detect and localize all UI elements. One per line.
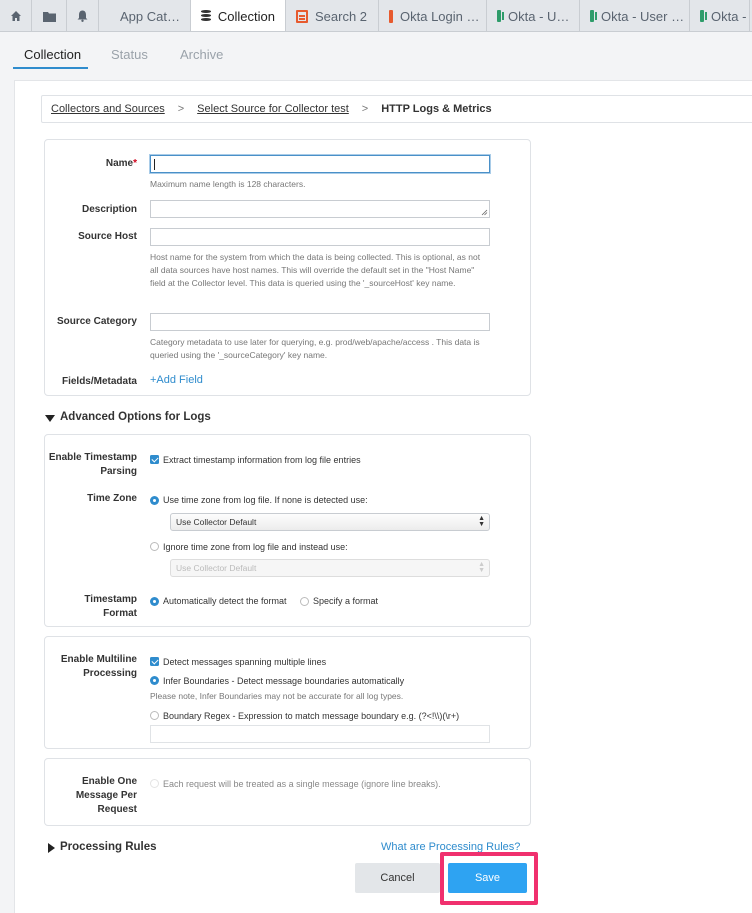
infer-boundaries-note: Please note, Infer Boundaries may not be… [150,691,404,701]
boundary-regex-option: Boundary Regex - Expression to match mes… [163,711,460,721]
subtab-status[interactable]: Status [111,47,148,62]
dashboard-icon [700,10,707,22]
tab-search-2[interactable]: Search 2 [286,0,379,31]
tab-label: App Cat… [120,8,180,24]
timestamp-parsing-option: Extract timestamp information from log f… [163,455,361,465]
tab-okta-u[interactable]: Okta - U… [487,0,580,31]
timezone-select-fixed: Use Collector Default ▲ ▼ [170,559,490,577]
tab-okta[interactable]: Okta - [690,0,750,31]
tab-okta-user[interactable]: Okta - User … [580,0,690,31]
tab-label: Okta - User … [601,8,685,24]
tab-alerts[interactable] [67,0,99,31]
source-host-label: Source Host [78,231,137,242]
select-arrows-icon: ▲ ▼ [478,561,485,574]
timezone-from-log-radio[interactable] [150,496,159,505]
subtab-archive[interactable]: Archive [180,47,223,62]
fields-metadata-label: Fields/Metadata [61,376,137,387]
active-subtab-indicator [13,67,88,69]
select-arrows-icon: ▲ ▼ [478,515,485,528]
folder-icon [42,11,56,22]
infer-boundaries-option: Infer Boundaries - Detect message bounda… [163,676,405,686]
tab-bar: App Cat… Collection Search 2 Okta Login … [0,0,752,32]
collapse-triangle-icon[interactable] [45,415,55,422]
timestamp-parsing-label: Enable Timestamp Parsing [48,452,137,477]
format-auto-option: Automatically detect the format [163,596,287,606]
required-marker: * [133,158,137,169]
timezone-ignore-radio[interactable] [150,542,159,551]
name-label: Name* [105,158,137,169]
description-label: Description [81,204,137,215]
bell-icon [77,10,88,22]
tab-library[interactable] [32,0,67,31]
sub-tabs: Collection Status Archive [0,33,752,71]
format-auto-radio[interactable] [150,597,159,606]
dashboard-icon [497,10,504,22]
select-value: Use Collector Default [176,563,257,573]
resize-handle-icon[interactable] [481,209,488,216]
timestamp-format-label: Timestamp Format [84,594,137,619]
select-value: Use Collector Default [176,517,257,527]
breadcrumb-current: HTTP Logs & Metrics [381,103,492,115]
one-message-label: Enable One Message Per Request [75,776,137,815]
source-category-label: Source Category [56,316,137,327]
boundary-regex-radio[interactable] [150,711,159,720]
search-doc-icon [389,9,393,23]
multiline-checkbox[interactable] [150,657,159,666]
tab-okta-login[interactable]: Okta Login … [379,0,487,31]
name-hint: Maximum name length is 128 characters. [150,179,306,189]
breadcrumb-collectors-link[interactable]: Collectors and Sources [51,103,165,115]
tab-collection[interactable]: Collection [191,0,286,31]
search-doc-icon [296,9,308,23]
multiline-option: Detect messages spanning multiple lines [163,657,327,667]
breadcrumb: Collectors and Sources > Select Source f… [41,95,752,123]
text-caret [154,159,155,170]
name-input[interactable] [150,155,490,173]
tab-label: Okta - U… [508,8,570,24]
source-host-input[interactable] [150,228,490,246]
timezone-select-default[interactable]: Use Collector Default ▲ ▼ [170,513,490,531]
add-field-link[interactable]: +Add Field [150,374,203,386]
timestamp-parsing-checkbox[interactable] [150,455,159,464]
database-icon [201,10,211,23]
tab-label: Collection [217,9,275,24]
processing-rules-title[interactable]: Processing Rules [60,841,157,853]
expand-triangle-icon[interactable] [48,843,55,853]
tab-home[interactable] [0,0,32,31]
breadcrumb-select-source-link[interactable]: Select Source for Collector test [197,103,349,115]
tab-label: Okta Login … [400,8,480,24]
infer-boundaries-radio[interactable] [150,676,159,685]
source-category-input[interactable] [150,313,490,331]
one-message-checkbox[interactable] [150,779,159,788]
tab-label: Search 2 [315,8,368,24]
tab-label: Okta - [711,8,747,24]
save-button-highlight [440,852,538,905]
multiline-label: Enable Multiline Processing [60,654,137,679]
grid-icon [109,10,113,22]
breadcrumb-separator: > [361,103,369,115]
tab-app-catalog[interactable]: App Cat… [99,0,191,31]
breadcrumb-separator: > [177,103,185,115]
source-host-hint: Host name for the system from which the … [150,252,481,288]
source-category-hint: Category metadata to use later for query… [150,337,480,360]
one-message-option: Each request will be treated as a single… [163,779,441,789]
timezone-from-log-option: Use time zone from log file. If none is … [163,495,368,505]
format-specify-option: Specify a format [313,596,379,606]
timezone-label: Time Zone [87,493,137,504]
timezone-ignore-option: Ignore time zone from log file and inste… [163,542,348,552]
format-specify-radio[interactable] [300,597,309,606]
advanced-options-title[interactable]: Advanced Options for Logs [60,411,211,423]
cancel-button[interactable]: Cancel [355,863,440,893]
home-icon [10,11,21,21]
description-textarea[interactable] [150,200,490,218]
dashboard-icon [590,10,597,22]
boundary-regex-input[interactable] [150,725,490,743]
subtab-collection[interactable]: Collection [24,47,81,62]
